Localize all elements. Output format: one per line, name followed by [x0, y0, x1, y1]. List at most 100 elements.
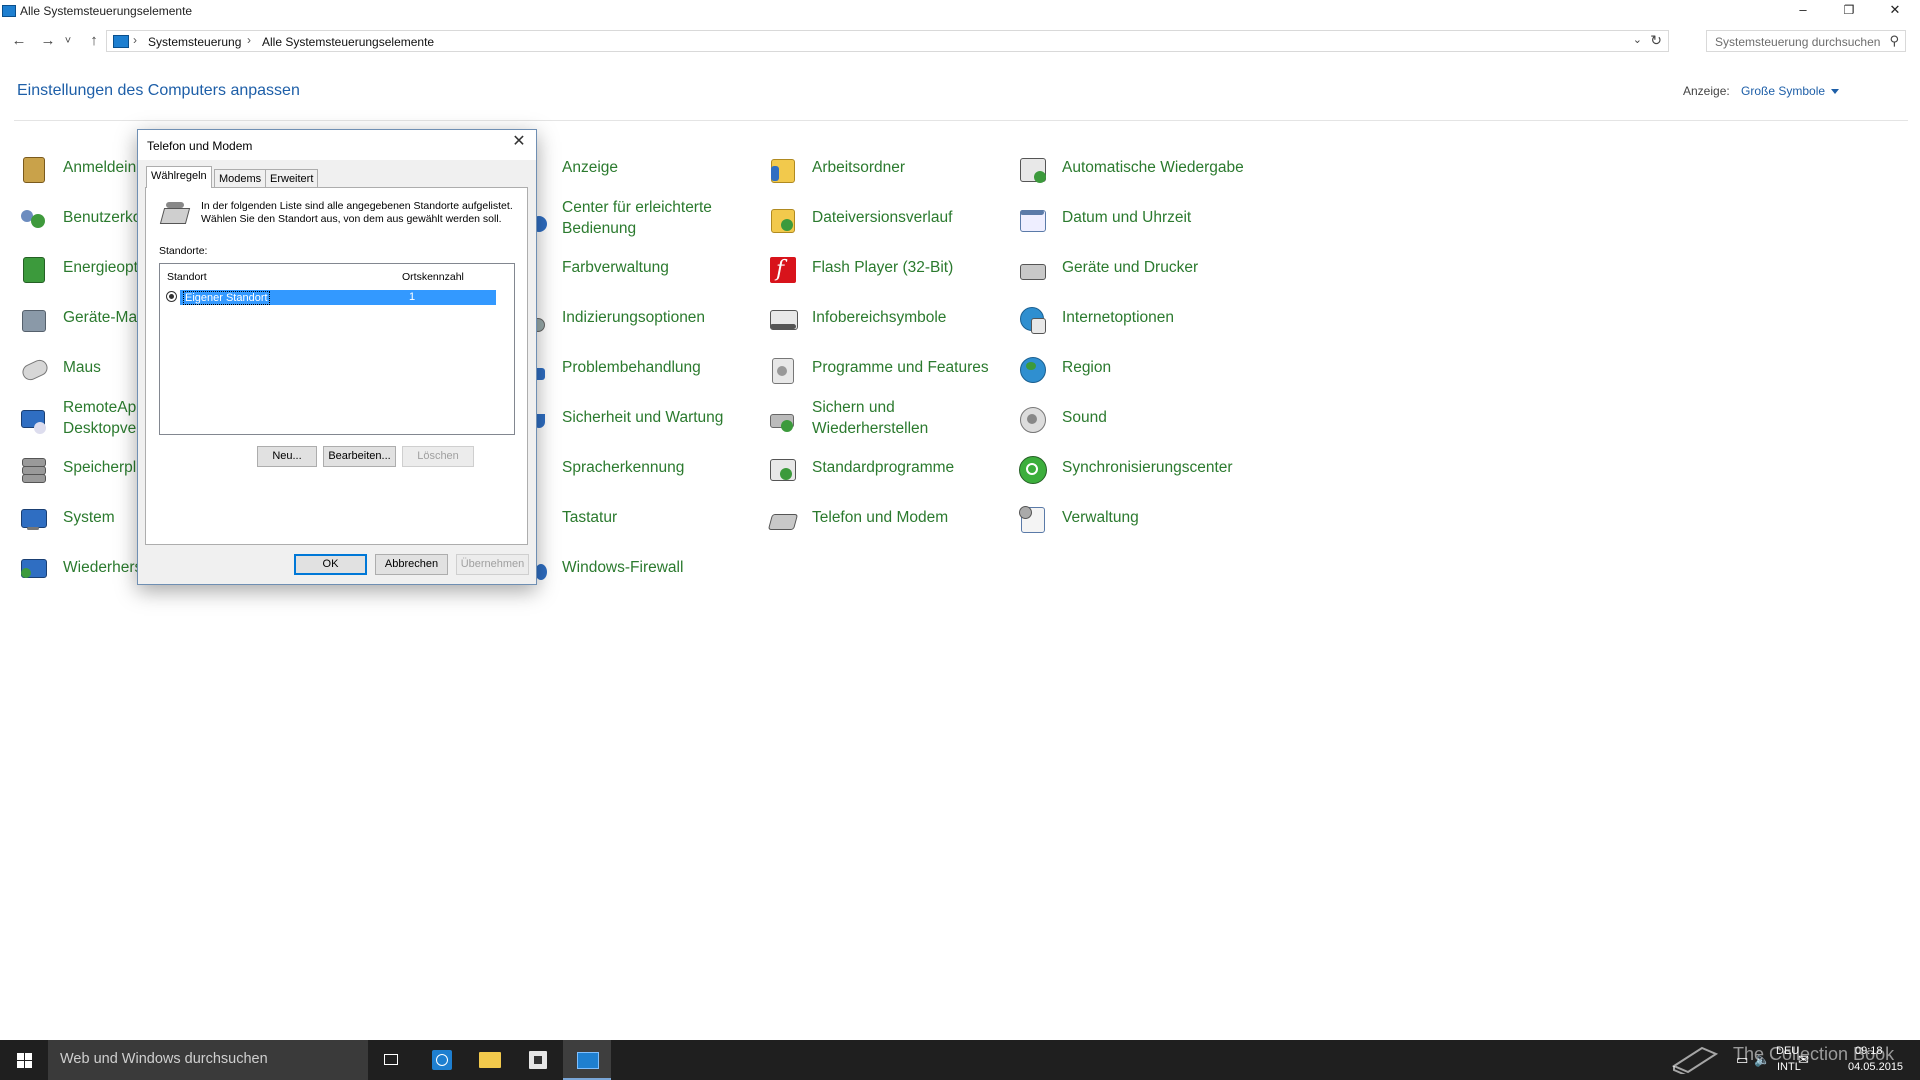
cp-item-label: Sichern und Wiederherstellen — [812, 399, 929, 437]
view-mode-value[interactable]: Große Symbole — [1741, 84, 1825, 98]
apply-button[interactable]: Übernehmen — [456, 554, 529, 575]
breadcrumb-separator: › — [247, 33, 251, 47]
programs-features-icon — [767, 354, 797, 384]
cp-item-farbverwaltung[interactable]: Farbverwaltung — [517, 250, 757, 290]
start-button[interactable] — [0, 1040, 48, 1080]
cp-item-standardprogramme[interactable]: Standardprogramme — [767, 450, 1007, 490]
breadcrumb-systemsteuerung[interactable]: Systemsteuerung — [148, 35, 241, 49]
cp-item-center-erleichterte-bedienung[interactable]: Center für erleichterte Bedienung — [517, 199, 757, 240]
locations-list[interactable]: Standort Ortskennzahl Eigener Standort 1 — [159, 263, 515, 435]
new-location-button[interactable]: Neu... — [257, 446, 317, 467]
cp-item-label: Sicherheit und Wartung — [562, 409, 724, 426]
cp-item-anzeige[interactable]: Anzeige — [517, 150, 757, 190]
cp-item-label: Farbverwaltung — [562, 259, 669, 276]
cp-item-label: Arbeitsordner — [812, 159, 906, 176]
cp-item-indizierungsoptionen[interactable]: Indizierungsoptionen — [517, 300, 757, 340]
up-button[interactable]: ↑ — [83, 30, 105, 52]
globe-icon — [1017, 354, 1047, 384]
cp-item-sicherheit-und-wartung[interactable]: Sicherheit und Wartung — [517, 400, 757, 440]
taskbar-store-button[interactable] — [514, 1040, 562, 1080]
tab-modems[interactable]: Modems — [214, 169, 267, 187]
cp-item-problembehandlung[interactable]: Problembehandlung — [517, 350, 757, 390]
delete-location-button[interactable]: Löschen — [402, 446, 474, 467]
taskbar-search-placeholder: Web und Windows durchsuchen — [60, 1051, 268, 1067]
notification-area-icon — [767, 304, 798, 334]
dialog-description: In der folgenden Liste sind alle angegeb… — [201, 200, 513, 225]
list-item[interactable]: Eigener Standort 1 — [166, 290, 500, 305]
breadcrumb-alle-elemente[interactable]: Alle Systemsteuerungselemente — [262, 35, 434, 49]
cancel-button[interactable]: Abbrechen — [375, 554, 448, 575]
column-header-standort[interactable]: Standort — [167, 271, 207, 283]
cp-item-label: Windows-Firewall — [562, 559, 684, 576]
cp-item-tastatur[interactable]: Tastatur — [517, 500, 757, 540]
cp-item-geraete-und-drucker[interactable]: Geräte und Drucker — [1017, 250, 1257, 290]
chevron-down-icon[interactable]: ⌄ — [1633, 33, 1642, 46]
cp-item-telefon-und-modem[interactable]: Telefon und Modem — [767, 500, 1007, 540]
ok-button[interactable]: OK — [294, 554, 367, 575]
remoteapp-icon — [18, 404, 48, 434]
cp-item-windows-firewall[interactable]: Windows-Firewall — [517, 550, 757, 590]
cp-item-sichern-und-wiederherstellen[interactable]: Sichern und Wiederherstellen — [767, 399, 1007, 440]
close-button[interactable]: ✕ — [1872, 0, 1918, 22]
telefon-und-modem-dialog: Telefon und Modem ✕ Wählregeln Modems Er… — [137, 129, 537, 585]
taskbar: Web und Windows durchsuchen ▭ 🔈 ✉ DEU IN… — [0, 1040, 1920, 1080]
cp-item-region[interactable]: Region — [1017, 350, 1257, 390]
dialog-close-button[interactable]: ✕ — [508, 131, 530, 153]
search-icon[interactable]: ⚲ — [1889, 33, 1899, 49]
cp-item-label: Region — [1062, 359, 1112, 376]
locations-label: Standorte: — [159, 245, 208, 257]
minimize-button[interactable]: – — [1780, 0, 1826, 22]
cp-item-label: Problembehandlung — [562, 359, 701, 376]
edit-location-button[interactable]: Bearbeiten... — [323, 446, 396, 467]
cp-item-label: Anmeldein — [63, 159, 137, 176]
cp-item-flash-player[interactable]: f Flash Player (32-Bit) — [767, 250, 1007, 290]
cp-item-arbeitsordner[interactable]: Arbeitsordner — [767, 150, 1007, 190]
cp-item-sound[interactable]: Sound — [1017, 400, 1257, 440]
restore-button[interactable]: ❐ — [1826, 0, 1872, 22]
taskbar-control-panel-button[interactable] — [563, 1040, 611, 1080]
work-folders-icon — [767, 154, 797, 184]
speaker-icon — [1017, 404, 1047, 434]
cp-item-synchronisierungscenter[interactable]: Synchronisierungscenter — [1017, 450, 1257, 490]
phone-icon — [159, 200, 191, 226]
cp-item-label: Synchronisierungscenter — [1062, 459, 1233, 476]
cp-item-spracherkennung[interactable]: Spracherkennung — [517, 450, 757, 490]
task-view-icon — [384, 1054, 398, 1065]
taskbar-explorer-button[interactable] — [466, 1040, 514, 1080]
cp-item-label: Flash Player (32-Bit) — [812, 259, 954, 276]
cp-item-label: Benutzerko — [63, 209, 142, 226]
cp-item-verwaltung[interactable]: Verwaltung — [1017, 500, 1257, 540]
cp-item-label: Spracherkennung — [562, 459, 685, 476]
task-view-button[interactable] — [368, 1040, 416, 1080]
address-bar[interactable]: › Systemsteuerung › Alle Systemsteuerung… — [106, 30, 1669, 52]
location-name: Eigener Standort — [183, 291, 270, 305]
cp-item-label: Indizierungsoptionen — [562, 309, 706, 326]
tab-erweitert[interactable]: Erweitert — [265, 169, 319, 187]
recent-locations-button[interactable]: ˅ — [61, 30, 75, 52]
watermark-book-icon — [1672, 1046, 1718, 1074]
refresh-icon[interactable]: ↻ — [1650, 32, 1662, 49]
back-button[interactable]: ← — [8, 30, 30, 52]
default-programs-icon — [767, 454, 797, 484]
search-placeholder: Systemsteuerung durchsuchen — [1715, 35, 1881, 49]
users-icon — [18, 204, 48, 234]
taskbar-browser-button[interactable] — [418, 1040, 466, 1080]
search-input[interactable]: Systemsteuerung durchsuchen ⚲ — [1706, 30, 1906, 52]
cp-item-infobereichsymbole[interactable]: Infobereichsymbole — [767, 300, 1007, 340]
folder-icon — [479, 1052, 501, 1068]
header-divider — [14, 120, 1908, 121]
autoplay-icon — [1017, 154, 1047, 184]
cp-item-automatische-wiedergabe[interactable]: Automatische Wiedergabe — [1017, 150, 1257, 190]
cp-item-dateiversionsverlauf[interactable]: Dateiversionsverlauf — [767, 200, 1007, 240]
forward-button[interactable]: → — [37, 30, 59, 52]
cp-item-label: Verwaltung — [1062, 509, 1139, 526]
tab-waehlregeln[interactable]: Wählregeln — [146, 166, 212, 188]
system-icon — [18, 504, 48, 534]
view-mode-dropdown[interactable]: Große Symbole — [1741, 84, 1840, 98]
cp-item-datum-und-uhrzeit[interactable]: Datum und Uhrzeit — [1017, 200, 1257, 240]
cp-item-internetoptionen[interactable]: Internetoptionen — [1017, 300, 1257, 340]
taskbar-search-input[interactable]: Web und Windows durchsuchen — [48, 1040, 368, 1080]
column-header-ortskennzahl[interactable]: Ortskennzahl — [402, 271, 464, 283]
cp-item-programme-und-features[interactable]: Programme und Features — [767, 350, 1007, 390]
window-title: Alle Systemsteuerungselemente — [20, 4, 193, 18]
